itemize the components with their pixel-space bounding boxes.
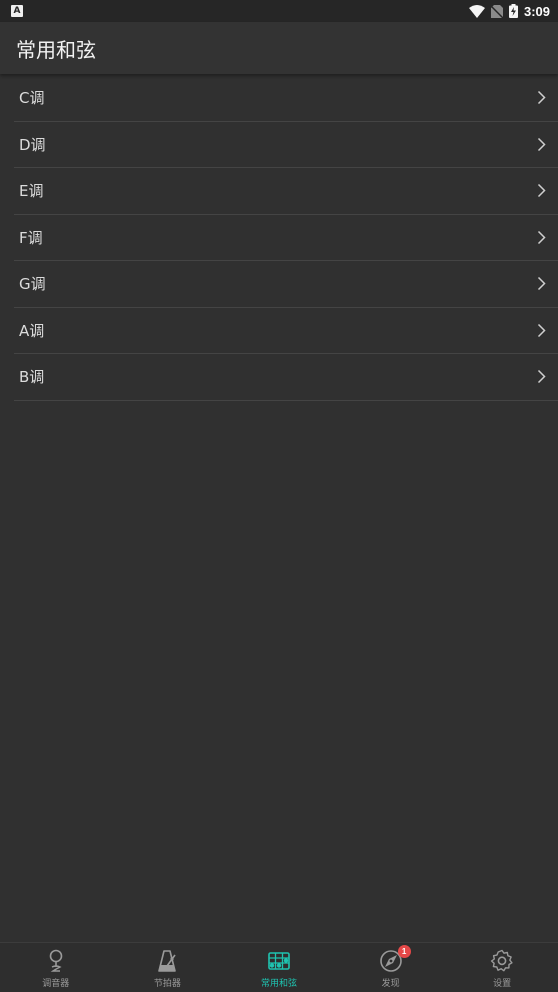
status-clock: 3:09: [523, 3, 550, 19]
status-bar: A 3:09: [0, 0, 558, 22]
notification-app-icon: A: [11, 5, 23, 17]
notification-badge: 1: [397, 945, 411, 958]
key-row-f[interactable]: F调: [14, 215, 558, 261]
key-row-c[interactable]: C调: [14, 75, 558, 122]
chevron-right-icon: [537, 323, 546, 338]
tuner-icon: [43, 948, 69, 974]
chevron-right-icon: [537, 276, 546, 291]
chevron-right-icon: [537, 369, 546, 384]
key-row-b[interactable]: B调: [14, 354, 558, 401]
nav-discover[interactable]: 1 发现: [335, 943, 447, 992]
gear-icon: [489, 948, 515, 974]
wifi-icon: [468, 4, 485, 18]
compass-icon: 1: [378, 945, 411, 974]
key-label: F调: [19, 228, 43, 247]
chevron-right-icon: [537, 183, 546, 198]
key-list: C调 D调 E调 F调 G调 A调 B调: [0, 75, 558, 401]
key-label: E调: [19, 182, 44, 201]
key-row-d[interactable]: D调: [14, 122, 558, 168]
nav-label: 设置: [493, 979, 512, 989]
key-row-g[interactable]: G调: [14, 261, 558, 308]
chord-icon: [266, 948, 292, 974]
nav-metronome[interactable]: 节拍器: [112, 943, 224, 992]
key-label: D调: [19, 135, 46, 154]
no-sim-icon: [490, 4, 503, 18]
chevron-right-icon: [537, 230, 546, 245]
nav-label: 调音器: [42, 979, 70, 989]
key-label: B调: [19, 368, 45, 387]
nav-tuner[interactable]: 调音器: [0, 943, 112, 992]
key-label: G调: [19, 275, 46, 294]
key-row-a[interactable]: A调: [14, 308, 558, 354]
nav-label: 常用和弦: [260, 979, 297, 989]
app-bar: 常用和弦: [0, 22, 558, 74]
nav-label: 节拍器: [153, 979, 181, 989]
nav-settings[interactable]: 设置: [446, 943, 558, 992]
metronome-icon: [154, 948, 180, 974]
battery-charging-icon: [508, 4, 518, 18]
page-title: 常用和弦: [16, 37, 96, 62]
bottom-nav: 调音器 节拍器 常用和弦 1 发现 设置: [0, 942, 558, 992]
nav-label: 发现: [381, 979, 400, 989]
chevron-right-icon: [537, 137, 546, 152]
key-label: A调: [19, 321, 45, 340]
key-row-e[interactable]: E调: [14, 168, 558, 215]
nav-chords[interactable]: 常用和弦: [223, 943, 335, 992]
key-label: C调: [19, 89, 45, 108]
chevron-right-icon: [537, 90, 546, 105]
